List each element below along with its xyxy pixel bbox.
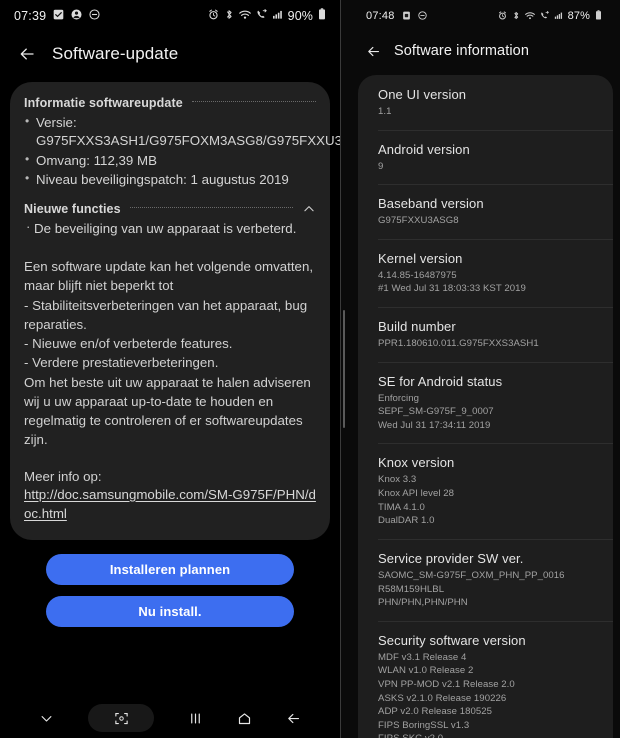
row-value: MDF v3.1 Release 4 WLAN v1.0 Release 2 V… [378,651,515,738]
update-info-card: Informatie softwareupdate Versie: G975FX… [10,82,340,540]
row-value: 4.14.85-16487975 #1 Wed Jul 31 18:03:33 … [378,269,526,295]
app-bar-right: Software information [340,32,620,70]
status-bar-left-icons: 07:39 [14,8,100,24]
row-title: SE for Android status [378,373,503,389]
update-details-list: Versie: G975FXXS3ASH1/G975FOXM3ASG8/G975… [24,113,340,189]
dotted-divider [191,101,316,102]
more-info-label: Meer info op: [24,468,102,484]
sim-icon [402,8,411,24]
bluetooth-icon [224,8,234,24]
bluetooth-icon [512,8,520,24]
status-bar-left-icons: 07:48 [366,8,427,24]
table-row[interactable]: SE for Android status Enforcing SEPF_SM-… [358,361,613,444]
back-arrow-icon[interactable] [366,44,381,59]
chevron-down-icon[interactable] [39,711,54,726]
do-not-disturb-icon [89,8,100,24]
back-arrow-icon[interactable] [286,711,301,726]
list-item: Niveau beveiligingspatch: 1 augustus 201… [24,170,316,189]
panel-divider [340,0,341,738]
recents-icon[interactable] [188,711,203,726]
row-title: Security software version [378,632,526,648]
software-information-screen: 07:48 87% Software information One UI ve… [340,0,620,738]
row-value: G975FXXU3ASG8 [378,215,459,227]
row-title: Knox version [378,455,455,471]
row-title: Android version [378,141,470,157]
battery-percentage: 90% [287,9,313,23]
features-section-header[interactable]: Nieuwe functies [24,202,316,216]
back-arrow-icon[interactable] [18,45,36,63]
fullscreen-button[interactable] [88,704,154,732]
status-bar-left: 07:39 90% [0,0,340,32]
more-info-link[interactable]: http://doc.samsungmobile.com/SM-G975F/PH… [24,486,316,524]
signal-icon [554,8,563,24]
table-row[interactable]: One UI version 1.1 [358,75,613,130]
dotted-divider [129,207,293,209]
account-icon [71,8,82,24]
signal-icon [272,8,283,24]
row-value: 1.1 [378,106,392,117]
page-title: Software-update [52,44,179,63]
battery-icon [318,8,326,24]
dual-screenshot: 07:39 90% Software-update Informatie sof… [0,0,620,738]
call-forward-icon [540,8,549,24]
row-title: Kernel version [378,250,463,266]
status-bar-right: 07:48 87% [340,0,620,32]
wifi-icon [238,8,251,24]
schedule-install-button[interactable]: Installeren plannen [46,553,294,585]
row-value: 9 [378,160,384,172]
row-title: Build number [378,319,456,335]
battery-percentage: 87% [567,10,590,22]
checkbox-icon [53,8,64,24]
row-value: Knox 3.3 Knox API level 28 TIMA 4.1.0 Du… [378,474,455,527]
table-row[interactable]: Knox version Knox 3.3 Knox API level 28 … [358,443,613,538]
home-icon[interactable] [237,711,252,726]
do-not-disturb-icon [417,8,427,24]
scrollbar[interactable] [343,309,345,429]
software-update-screen: 07:39 90% Software-update Informatie sof… [0,0,340,738]
status-bar-clock: 07:39 [14,9,47,23]
app-bar-left: Software-update [0,32,340,76]
row-title: Service provider SW ver. [378,550,524,566]
status-bar-right-icons: 90% [208,8,326,24]
table-row[interactable]: Baseband version G975FXXU3ASG8 [358,184,613,239]
info-section-label: Informatie softwareupdate [24,96,183,110]
row-title: One UI version [378,87,467,102]
software-info-card: One UI version 1.1 Android version 9 Bas… [358,75,613,738]
row-value: SAOMC_SM-G975F_OXM_PHN_PP_0016 R58M159HL… [378,569,565,609]
update-description: Een software update kan het volgende omv… [24,258,314,448]
action-buttons: Installeren plannen Nu install. [0,540,340,627]
chevron-up-icon[interactable] [302,202,316,216]
list-item: Omvang: 112,39 MB [24,151,316,170]
page-title: Software information [394,43,529,59]
features-section-label: Nieuwe functies [24,202,121,217]
list-item: Versie: G975FXXS3ASH1/G975FOXM3ASG8/G975… [24,113,340,151]
call-forward-icon [256,8,267,24]
row-value: PPR1.180610.011.G975FXXS3ASH1 [378,338,539,350]
wifi-icon [524,8,535,24]
feature-item: De beveiliging van uw apparaat is verbet… [24,218,316,239]
alarm-icon [498,8,507,24]
table-row[interactable]: Security software version MDF v3.1 Relea… [358,620,613,738]
battery-icon [595,8,602,24]
info-section-header: Informatie softwareupdate [24,96,316,110]
table-row[interactable]: Build number PPR1.180610.011.G975FXXS3AS… [358,307,613,362]
table-row[interactable]: Android version 9 [358,129,613,185]
fullscreen-icon [114,711,129,726]
status-bar-clock: 07:48 [366,10,395,22]
alarm-icon [208,8,219,24]
table-row[interactable]: Service provider SW ver. SAOMC_SM-G975F_… [358,538,613,621]
navigation-bar [0,698,340,738]
row-value: Enforcing SEPF_SM-G975F_9_0007 Wed Jul 3… [378,392,494,431]
status-bar-right-icons: 87% [498,8,602,24]
table-row[interactable]: Kernel version 4.14.85-16487975 #1 Wed J… [358,238,613,307]
install-now-button[interactable]: Nu install. [46,595,294,627]
row-title: Baseband version [378,196,484,212]
